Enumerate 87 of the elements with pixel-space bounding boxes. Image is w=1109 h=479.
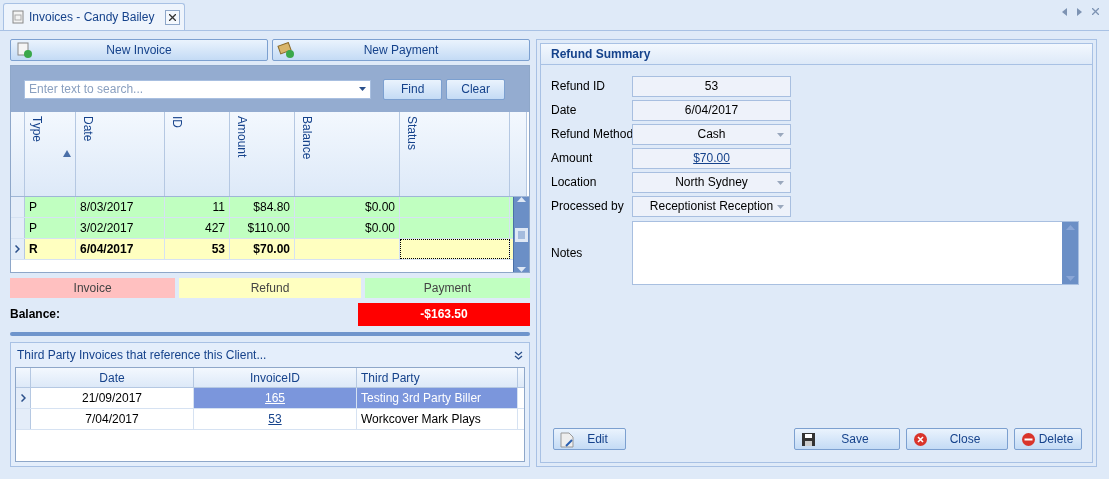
scrollbar[interactable] xyxy=(513,197,529,272)
amount-link[interactable]: $70.00 xyxy=(693,151,730,165)
column-header[interactable]: Type xyxy=(25,112,76,196)
scrollbar[interactable] xyxy=(1062,222,1078,284)
legend-item: Invoice xyxy=(10,278,176,298)
field-label: Location xyxy=(551,175,598,189)
dropdown-caret-icon xyxy=(777,180,784,185)
input-field[interactable]: 6/04/2017 xyxy=(632,99,791,121)
action-button[interactable]: Edit xyxy=(553,428,626,450)
column-header[interactable]: Amount xyxy=(230,112,295,196)
action-button[interactable]: Save xyxy=(794,428,900,450)
balance-value: -$163.50 xyxy=(358,302,530,326)
column-header[interactable]: Date xyxy=(31,368,194,387)
field-label: Refund Method xyxy=(551,127,632,141)
current-row-icon xyxy=(15,245,20,253)
right-arrow-icon[interactable] xyxy=(1077,8,1082,16)
legend-item: Refund xyxy=(179,278,361,298)
field-label: Processed by xyxy=(551,199,625,213)
search-button[interactable]: Find xyxy=(383,78,443,100)
column-header[interactable]: Third Party xyxy=(357,368,518,387)
column-header[interactable]: ID xyxy=(165,112,230,196)
table-cell: $70.00 xyxy=(230,239,295,259)
row-header[interactable] xyxy=(11,197,25,217)
field-label: Amount xyxy=(551,151,594,165)
panel-title: Third Party Invoices that reference this Client... xyxy=(17,348,267,362)
save-icon xyxy=(801,432,816,447)
row-header[interactable] xyxy=(16,409,31,429)
column-header[interactable]: Status xyxy=(400,112,510,196)
field-label: Date xyxy=(551,103,578,117)
toolbar-button[interactable]: New Invoice xyxy=(10,39,268,61)
column-header[interactable]: Date xyxy=(76,112,165,196)
search-button[interactable]: Clear xyxy=(446,78,505,100)
dropdown-field[interactable]: North Sydney xyxy=(632,171,791,193)
field-label: Refund ID xyxy=(551,79,607,93)
table-cell: 6/04/2017 xyxy=(76,239,165,259)
tab-title: Invoices - Candy Bailey xyxy=(29,10,155,24)
invoice-link[interactable]: 53 xyxy=(268,412,282,426)
panel-title: Refund Summary xyxy=(541,44,1092,65)
table-cell: P xyxy=(25,218,76,238)
action-button[interactable]: Close xyxy=(906,428,1008,450)
table-cell: $0.00 xyxy=(295,197,400,217)
dropdown-caret-icon xyxy=(777,204,784,209)
action-button[interactable]: Delete xyxy=(1014,428,1082,450)
toolbar-button[interactable]: New Payment xyxy=(272,39,530,61)
dropdown-caret-icon xyxy=(777,132,784,137)
close-icon xyxy=(913,432,928,447)
row-header[interactable] xyxy=(11,218,25,238)
document-tab[interactable]: Invoices - Candy Bailey xyxy=(3,3,186,30)
table-cell: Testing 3rd Party Biller xyxy=(357,388,518,408)
balance-label: Balance: xyxy=(10,307,61,321)
table-cell: R xyxy=(25,239,76,259)
table-cell: $84.80 xyxy=(230,197,295,217)
legend-item: Payment xyxy=(364,278,530,298)
table-cell: 8/03/2017 xyxy=(76,197,165,217)
table-cell: $0.00 xyxy=(295,218,400,238)
collapse-icon[interactable] xyxy=(514,350,523,360)
close-tab-button[interactable] xyxy=(165,9,181,25)
scroll-down-icon[interactable] xyxy=(517,267,526,272)
scroll-up-icon[interactable] xyxy=(1065,225,1075,230)
scroll-thumb-icon[interactable] xyxy=(515,227,528,242)
column-header[interactable]: InvoiceID xyxy=(194,368,357,387)
table-cell: P xyxy=(25,197,76,217)
row-header[interactable] xyxy=(11,239,25,259)
table-cell: $110.00 xyxy=(230,218,295,238)
scroll-down-icon[interactable] xyxy=(1065,276,1075,281)
column-header[interactable]: Balance xyxy=(295,112,400,196)
edit-document-icon xyxy=(560,432,574,448)
minus-circle-icon xyxy=(1021,432,1036,447)
row-header[interactable] xyxy=(16,388,31,408)
input-field[interactable]: 53 xyxy=(632,75,791,97)
dropdown-caret-icon xyxy=(359,87,367,91)
dropdown-field[interactable]: Cash xyxy=(632,123,791,145)
table-cell: 11 xyxy=(165,197,230,217)
table-cell: 427 xyxy=(165,218,230,238)
money-add-icon xyxy=(277,42,295,58)
document-icon xyxy=(12,10,24,24)
input-field[interactable]: $70.00 xyxy=(632,147,791,169)
left-arrow-icon[interactable] xyxy=(1062,8,1067,16)
table-cell: 53 xyxy=(165,239,230,259)
document-add-icon xyxy=(15,42,33,58)
table-cell: 3/02/2017 xyxy=(76,218,165,238)
current-row-icon xyxy=(20,394,26,402)
dropdown-field[interactable]: Receptionist Reception xyxy=(632,195,791,217)
field-label: Notes xyxy=(551,246,584,260)
close-icon xyxy=(169,13,177,21)
notes-field[interactable] xyxy=(632,221,1079,285)
close-icon[interactable] xyxy=(1092,8,1099,15)
